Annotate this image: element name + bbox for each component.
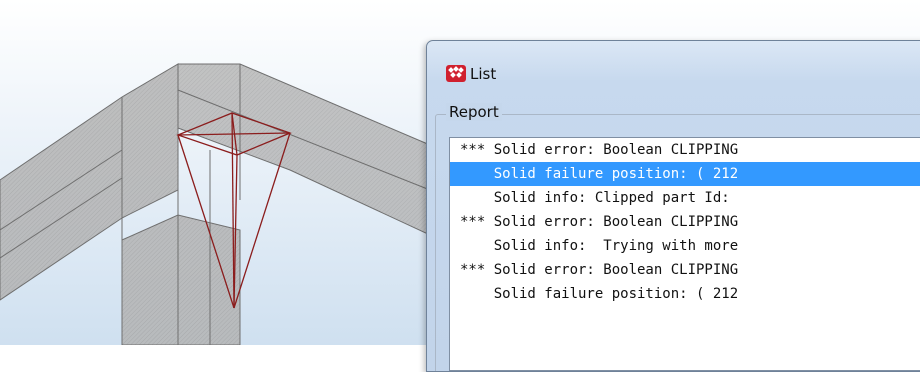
- list-dialog[interactable]: List Report *** Solid error: Boolean CLI…: [426, 40, 920, 372]
- report-list[interactable]: *** Solid error: Boolean CLIPPING Solid …: [449, 137, 920, 371]
- report-group-label: Report: [446, 103, 502, 121]
- report-line[interactable]: Solid failure position: ( 212: [450, 282, 920, 306]
- report-line[interactable]: Solid info: Trying with more: [450, 234, 920, 258]
- report-line[interactable]: Solid info: Clipped part Id:: [450, 186, 920, 210]
- report-line[interactable]: *** Solid error: Boolean CLIPPING: [450, 258, 920, 282]
- report-line[interactable]: Solid failure position: ( 212: [450, 162, 920, 186]
- tekla-structures-icon: [446, 65, 466, 82]
- dialog-title: List: [470, 65, 497, 83]
- report-line[interactable]: *** Solid error: Boolean CLIPPING: [450, 210, 920, 234]
- report-line[interactable]: *** Solid error: Boolean CLIPPING: [450, 138, 920, 162]
- dialog-title-bar[interactable]: List: [427, 41, 920, 96]
